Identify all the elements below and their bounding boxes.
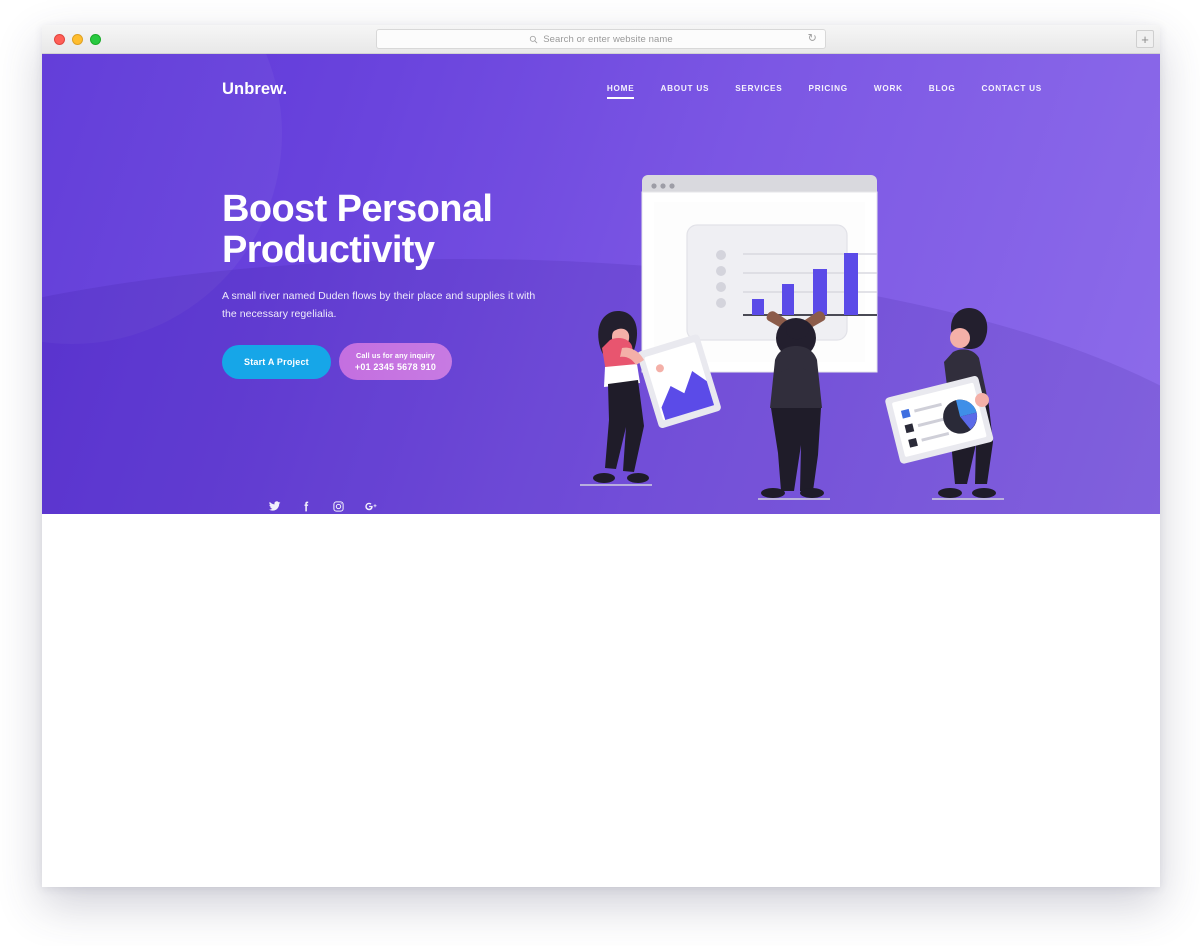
maximize-window-icon[interactable] [90, 34, 101, 45]
nav-item-work[interactable]: WORK [874, 84, 903, 99]
services-section: OUR SERVICES We Provide A Lot of Cool Se… [42, 514, 1160, 576]
page-viewport: Unbrew. HOME ABOUT US SERVICES PRICING W… [42, 54, 1160, 887]
nav-links: HOME ABOUT US SERVICES PRICING WORK BLOG… [606, 84, 1042, 99]
facebook-icon[interactable] [300, 500, 313, 513]
twitter-icon[interactable] [268, 500, 281, 513]
hero-title-line-1: Boost Personal [222, 188, 493, 230]
traffic-lights [54, 34, 101, 45]
close-window-icon[interactable] [54, 34, 65, 45]
reload-icon[interactable]: ↻ [808, 33, 817, 45]
team-analytics-illustration [580, 175, 1004, 500]
instagram-icon[interactable] [332, 500, 345, 513]
search-icon [529, 35, 538, 44]
hero-illustration [572, 172, 1042, 512]
hero-title: Boost Personal Productivity [222, 188, 552, 272]
nav-item-home[interactable]: HOME [606, 84, 635, 99]
nav-item-pricing[interactable]: PRICING [808, 84, 847, 99]
call-us-button[interactable]: Call us for any inquiry +01 2345 5678 91… [338, 343, 453, 381]
hero-buttons: Start A Project Call us for any inquiry … [222, 343, 552, 381]
hero-subtitle: A small river named Duden flows by their… [222, 290, 536, 321]
browser-window: Search or enter website name ↻ + Unbrew.… [42, 25, 1160, 887]
call-us-label: Call us for any inquiry [356, 351, 435, 361]
nav-item-about-us[interactable]: ABOUT US [660, 84, 709, 99]
new-tab-button[interactable]: + [1136, 30, 1154, 48]
site-logo[interactable]: Unbrew. [222, 80, 287, 99]
google-plus-icon[interactable] [364, 500, 378, 513]
browser-chrome: Search or enter website name ↻ + [42, 25, 1160, 54]
hero-copy: Boost Personal Productivity A small rive… [222, 188, 552, 381]
nav-item-contact-us[interactable]: CONTACT US [981, 84, 1042, 99]
page-root: Search or enter website name ↻ + Unbrew.… [0, 0, 1200, 946]
address-bar[interactable]: Search or enter website name ↻ [376, 29, 826, 49]
nav-item-blog[interactable]: BLOG [929, 84, 956, 99]
man-holding-pie-chart-board [885, 308, 996, 498]
minimize-window-icon[interactable] [72, 34, 83, 45]
start-a-project-button[interactable]: Start A Project [222, 344, 331, 379]
site-navbar: Unbrew. HOME ABOUT US SERVICES PRICING W… [42, 54, 1160, 120]
hero-section: Unbrew. HOME ABOUT US SERVICES PRICING W… [42, 54, 1160, 514]
call-us-number: +01 2345 5678 910 [354, 362, 437, 373]
hero-title-line-2: Productivity [222, 229, 435, 272]
hero-social-links [268, 500, 378, 513]
address-bar-placeholder: Search or enter website name [543, 33, 673, 45]
nav-item-services[interactable]: SERVICES [735, 84, 782, 99]
